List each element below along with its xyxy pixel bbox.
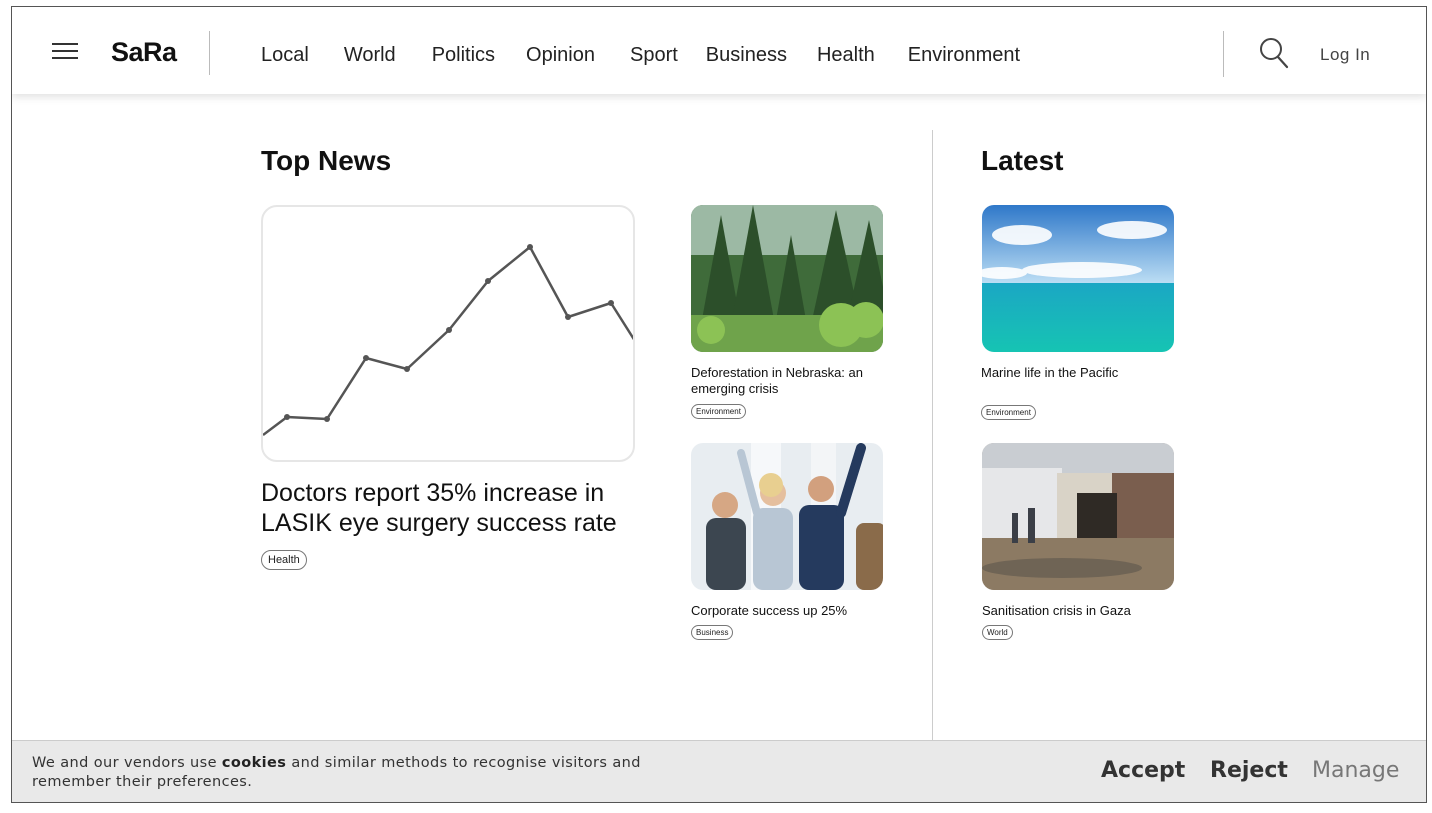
top-news-title: Top News: [261, 145, 392, 176]
nav-item-health[interactable]: Health: [817, 44, 875, 67]
trend-line-graphic: [263, 244, 633, 436]
main-story-image[interactable]: [261, 205, 635, 462]
latest-title: Latest: [981, 145, 1064, 176]
nav-item-sport[interactable]: Sport: [630, 44, 678, 67]
celebrating-team-photo[interactable]: [691, 443, 883, 590]
site-header: SaRa Local World Politics Opinion Sport …: [12, 7, 1426, 94]
nav-item-opinion[interactable]: Opinion: [526, 44, 595, 67]
accept-button[interactable]: Accept: [1101, 758, 1185, 783]
cookie-banner: We and our vendors use cookies and simil…: [12, 740, 1426, 802]
main-nav: Local World Politics Opinion Sport Busin…: [261, 44, 1020, 67]
forest-story-headline[interactable]: Deforestation in Nebraska: an emerging c…: [691, 365, 886, 397]
business-story-headline[interactable]: Corporate success up 25%: [691, 603, 886, 619]
ocean-photo[interactable]: [982, 205, 1174, 352]
forest-story-tag[interactable]: Environment: [691, 404, 746, 419]
manage-button[interactable]: Manage: [1312, 758, 1399, 783]
nav-item-politics[interactable]: Politics: [432, 44, 495, 67]
site-logo[interactable]: SaRa: [111, 37, 177, 68]
marine-story-headline[interactable]: Marine life in the Pacific: [981, 365, 1176, 381]
header-divider-right: [1223, 31, 1224, 77]
main-story-tag[interactable]: Health: [261, 550, 307, 570]
menu-icon[interactable]: [52, 43, 78, 61]
gaza-story-headline[interactable]: Sanitisation crisis in Gaza: [982, 603, 1177, 619]
gaza-story-tag[interactable]: World: [982, 625, 1013, 640]
search-icon[interactable]: [1259, 37, 1289, 69]
nav-item-local[interactable]: Local: [261, 44, 309, 67]
main-story-headline[interactable]: Doctors report 35% increase in LASIK eye…: [261, 478, 661, 538]
reject-button[interactable]: Reject: [1210, 758, 1288, 783]
login-link[interactable]: Log In: [1320, 45, 1370, 65]
forest-photo[interactable]: [691, 205, 883, 352]
cookie-message: We and our vendors use cookies and simil…: [32, 754, 692, 792]
cookie-text-bold[interactable]: cookies: [222, 755, 286, 771]
column-divider: [932, 130, 933, 742]
page: SaRa Local World Politics Opinion Sport …: [11, 6, 1427, 803]
nav-item-world[interactable]: World: [344, 44, 396, 67]
marine-story-tag[interactable]: Environment: [981, 405, 1036, 420]
business-story-tag[interactable]: Business: [691, 625, 734, 640]
nav-item-business[interactable]: Business: [706, 44, 787, 67]
header-divider: [209, 31, 210, 75]
cookie-text-start: We and our vendors use: [32, 755, 222, 771]
nav-item-environment[interactable]: Environment: [908, 44, 1020, 67]
camp-photo[interactable]: [982, 443, 1174, 590]
